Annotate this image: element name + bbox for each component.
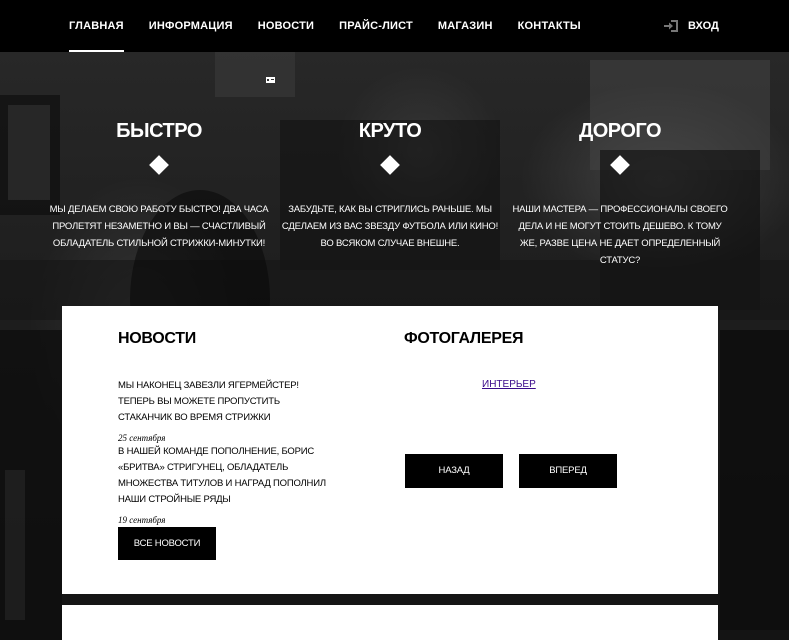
- content-panel: НОВОСТИ Мы наконец завезли Ягермейстер! …: [62, 306, 718, 594]
- feature-text: Мы делаем свою работу быстро! Два часа п…: [49, 204, 269, 249]
- gallery-next-button[interactable]: Вперед: [519, 454, 617, 488]
- news-link[interactable]: В нашей команде пополнение, Борис «Бритв…: [118, 444, 333, 508]
- gallery-title: ФОТОГАЛЕРЕЯ: [404, 330, 524, 347]
- diamond-icon: [380, 155, 400, 175]
- feature-title: БЫСТРО: [116, 120, 202, 142]
- gallery-link-interior[interactable]: Интерьер: [482, 379, 536, 390]
- login-label: Вход: [688, 20, 719, 32]
- top-navigation-bar: Главная Информация Новости Прайс-лист Ма…: [0, 0, 789, 52]
- news-title: НОВОСТИ: [118, 330, 196, 347]
- feature-cool: КРУТО Забудьте, как вы стриглись раньше.…: [280, 118, 500, 252]
- diamond-icon: [149, 155, 169, 175]
- feature-text: Наши мастера — профессионалы своего дела…: [512, 204, 728, 266]
- nav-item-home[interactable]: Главная: [69, 0, 124, 52]
- logo-icon: [266, 77, 275, 83]
- feature-text: Забудьте, как вы стриглись раньше. Мы сд…: [281, 204, 499, 249]
- nav-item-news[interactable]: Новости: [258, 0, 314, 52]
- news-date: 25 сентября: [118, 433, 166, 443]
- main-nav: Главная Информация Новости Прайс-лист Ма…: [69, 0, 606, 52]
- news-date: 19 сентября: [118, 515, 166, 525]
- nav-item-price-list[interactable]: Прайс-лист: [339, 0, 413, 52]
- news-link[interactable]: Мы наконец завезли Ягермейстер! Теперь в…: [118, 378, 333, 426]
- feature-fast: БЫСТРО Мы делаем свою работу быстро! Два…: [49, 118, 269, 252]
- news-item: В нашей команде пополнение, Борис «Бритв…: [118, 444, 333, 525]
- feature-expensive: ДОРОГО Наши мастера — профессионалы свое…: [510, 118, 730, 269]
- feature-title: КРУТО: [358, 120, 422, 142]
- feature-title: ДОРОГО: [578, 120, 662, 142]
- nav-item-info[interactable]: Информация: [149, 0, 233, 52]
- secondary-panel: [62, 605, 718, 640]
- diamond-icon: [610, 155, 630, 175]
- gallery-prev-button[interactable]: Назад: [405, 454, 503, 488]
- nav-item-shop[interactable]: Магазин: [438, 0, 493, 52]
- all-news-button[interactable]: Все новости: [118, 527, 216, 560]
- login-icon: [664, 20, 678, 32]
- news-item: Мы наконец завезли Ягермейстер! Теперь в…: [118, 378, 333, 443]
- login-link[interactable]: Вход: [664, 0, 719, 52]
- nav-item-contacts[interactable]: Контакты: [518, 0, 581, 52]
